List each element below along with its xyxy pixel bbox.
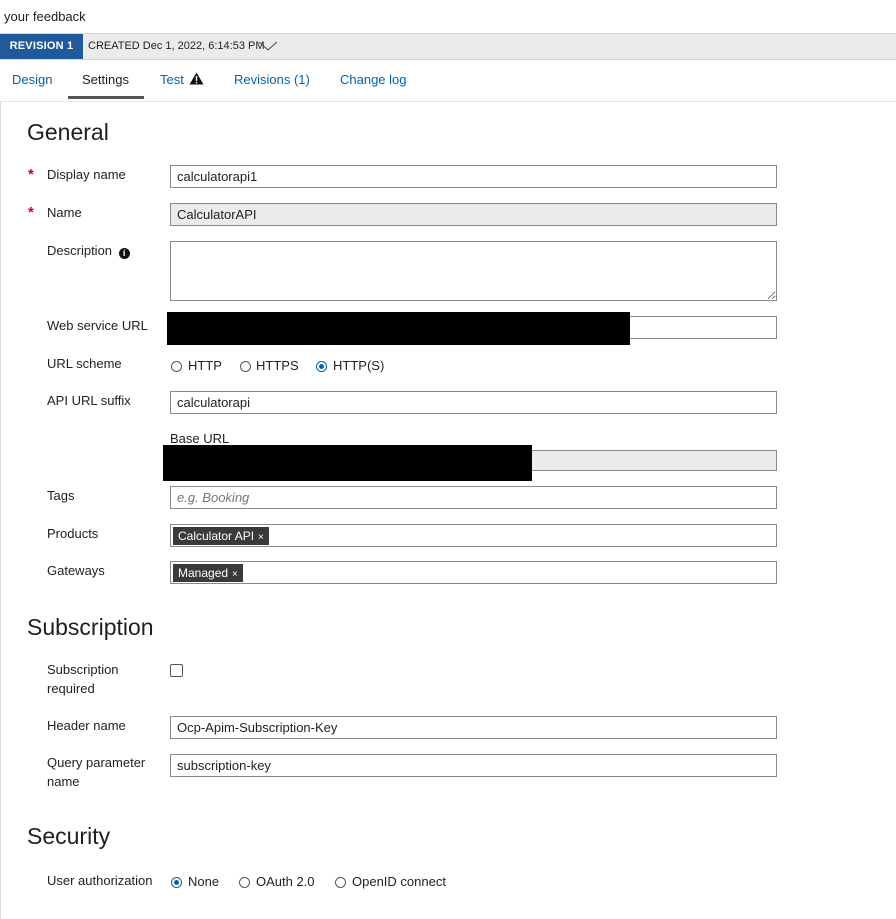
header-name-label: Header name	[47, 718, 126, 733]
tab-divider	[0, 101, 896, 102]
api-url-suffix-input[interactable]: calculatorapi	[170, 391, 777, 414]
gateway-chip-label: Managed	[178, 566, 229, 580]
feedback-link[interactable]: your feedback	[4, 9, 86, 24]
api-url-suffix-label: API URL suffix	[47, 393, 131, 408]
subscription-required-label: Subscription required	[47, 660, 119, 698]
panel-left-border	[0, 102, 1, 919]
description-input[interactable]	[170, 241, 777, 301]
general-heading: General	[27, 119, 109, 145]
tab-change-log[interactable]: Change log	[340, 72, 407, 87]
security-heading: Security	[27, 823, 111, 849]
chevron-down-icon[interactable]	[258, 40, 278, 52]
description-label: Description i	[47, 241, 130, 260]
tags-label: Tags	[47, 488, 75, 503]
gateways-label: Gateways	[47, 563, 105, 578]
products-label: Products	[47, 526, 99, 541]
remove-chip-icon[interactable]: ×	[258, 532, 264, 543]
url-scheme-https-both-label: HTTP(S)	[333, 358, 385, 373]
query-parameter-label: Query parameter name	[47, 753, 145, 791]
url-scheme-label: URL scheme	[47, 356, 122, 371]
url-scheme-https-radio[interactable]	[240, 361, 251, 372]
header-name-input[interactable]: Ocp-Apim-Subscription-Key	[170, 716, 777, 739]
query-parameter-label-line2: name	[47, 774, 80, 789]
user-authorization-label: User authorization	[47, 873, 153, 888]
tab-design[interactable]: Design	[12, 72, 52, 87]
tags-input[interactable]: e.g. Booking	[170, 486, 777, 509]
subscription-required-label-line2: required	[47, 681, 95, 696]
user-auth-openid-radio[interactable]	[335, 877, 346, 888]
display-name-label: Display name	[47, 167, 126, 182]
required-marker: *	[28, 166, 34, 183]
products-input[interactable]: Calculator API ×	[170, 524, 777, 547]
name-label: Name	[47, 205, 82, 220]
description-label-text: Description	[47, 243, 113, 258]
user-auth-oauth-label: OAuth 2.0	[256, 874, 315, 889]
web-service-url-label: Web service URL	[47, 318, 148, 333]
subscription-required-label-line1: Subscription	[47, 662, 119, 677]
gateway-chip: Managed ×	[173, 564, 243, 582]
remove-chip-icon[interactable]: ×	[232, 569, 238, 580]
user-auth-none-radio[interactable]	[171, 877, 182, 888]
display-name-input[interactable]: calculatorapi1	[170, 165, 777, 188]
redaction-block	[167, 312, 630, 345]
subscription-heading: Subscription	[27, 614, 154, 640]
product-chip: Calculator API ×	[173, 527, 269, 545]
revision-badge: REVISION 1	[0, 34, 83, 59]
tab-test[interactable]: Test	[160, 72, 204, 87]
product-chip-label: Calculator API	[178, 529, 255, 543]
info-icon[interactable]: i	[118, 248, 130, 259]
warning-icon	[189, 72, 204, 85]
tab-test-label: Test	[160, 72, 184, 87]
gateways-input[interactable]: Managed ×	[170, 561, 777, 584]
redaction-block	[163, 445, 532, 481]
user-auth-none-label: None	[188, 874, 220, 889]
tab-settings[interactable]: Settings	[82, 72, 129, 87]
query-parameter-input[interactable]: subscription-key	[170, 754, 777, 777]
url-scheme-http-label: HTTP	[188, 358, 222, 373]
user-auth-openid-label: OpenID connect	[352, 874, 446, 889]
subscription-required-checkbox[interactable]	[170, 664, 183, 677]
revision-created[interactable]: CREATED Dec 1, 2022, 6:14:53 PM	[88, 40, 265, 52]
url-scheme-http-radio[interactable]	[171, 361, 182, 372]
active-tab-indicator	[68, 96, 144, 99]
query-parameter-label-line1: Query parameter	[47, 755, 146, 770]
name-input[interactable]: CalculatorAPI	[170, 203, 777, 226]
tab-revisions[interactable]: Revisions (1)	[234, 72, 310, 87]
required-marker: *	[28, 204, 34, 221]
revision-bar: REVISION 1 CREATED Dec 1, 2022, 6:14:53 …	[0, 33, 896, 60]
user-auth-oauth-radio[interactable]	[239, 877, 250, 888]
url-scheme-https-both-radio[interactable]	[316, 361, 327, 372]
url-scheme-https-label: HTTPS	[256, 358, 299, 373]
